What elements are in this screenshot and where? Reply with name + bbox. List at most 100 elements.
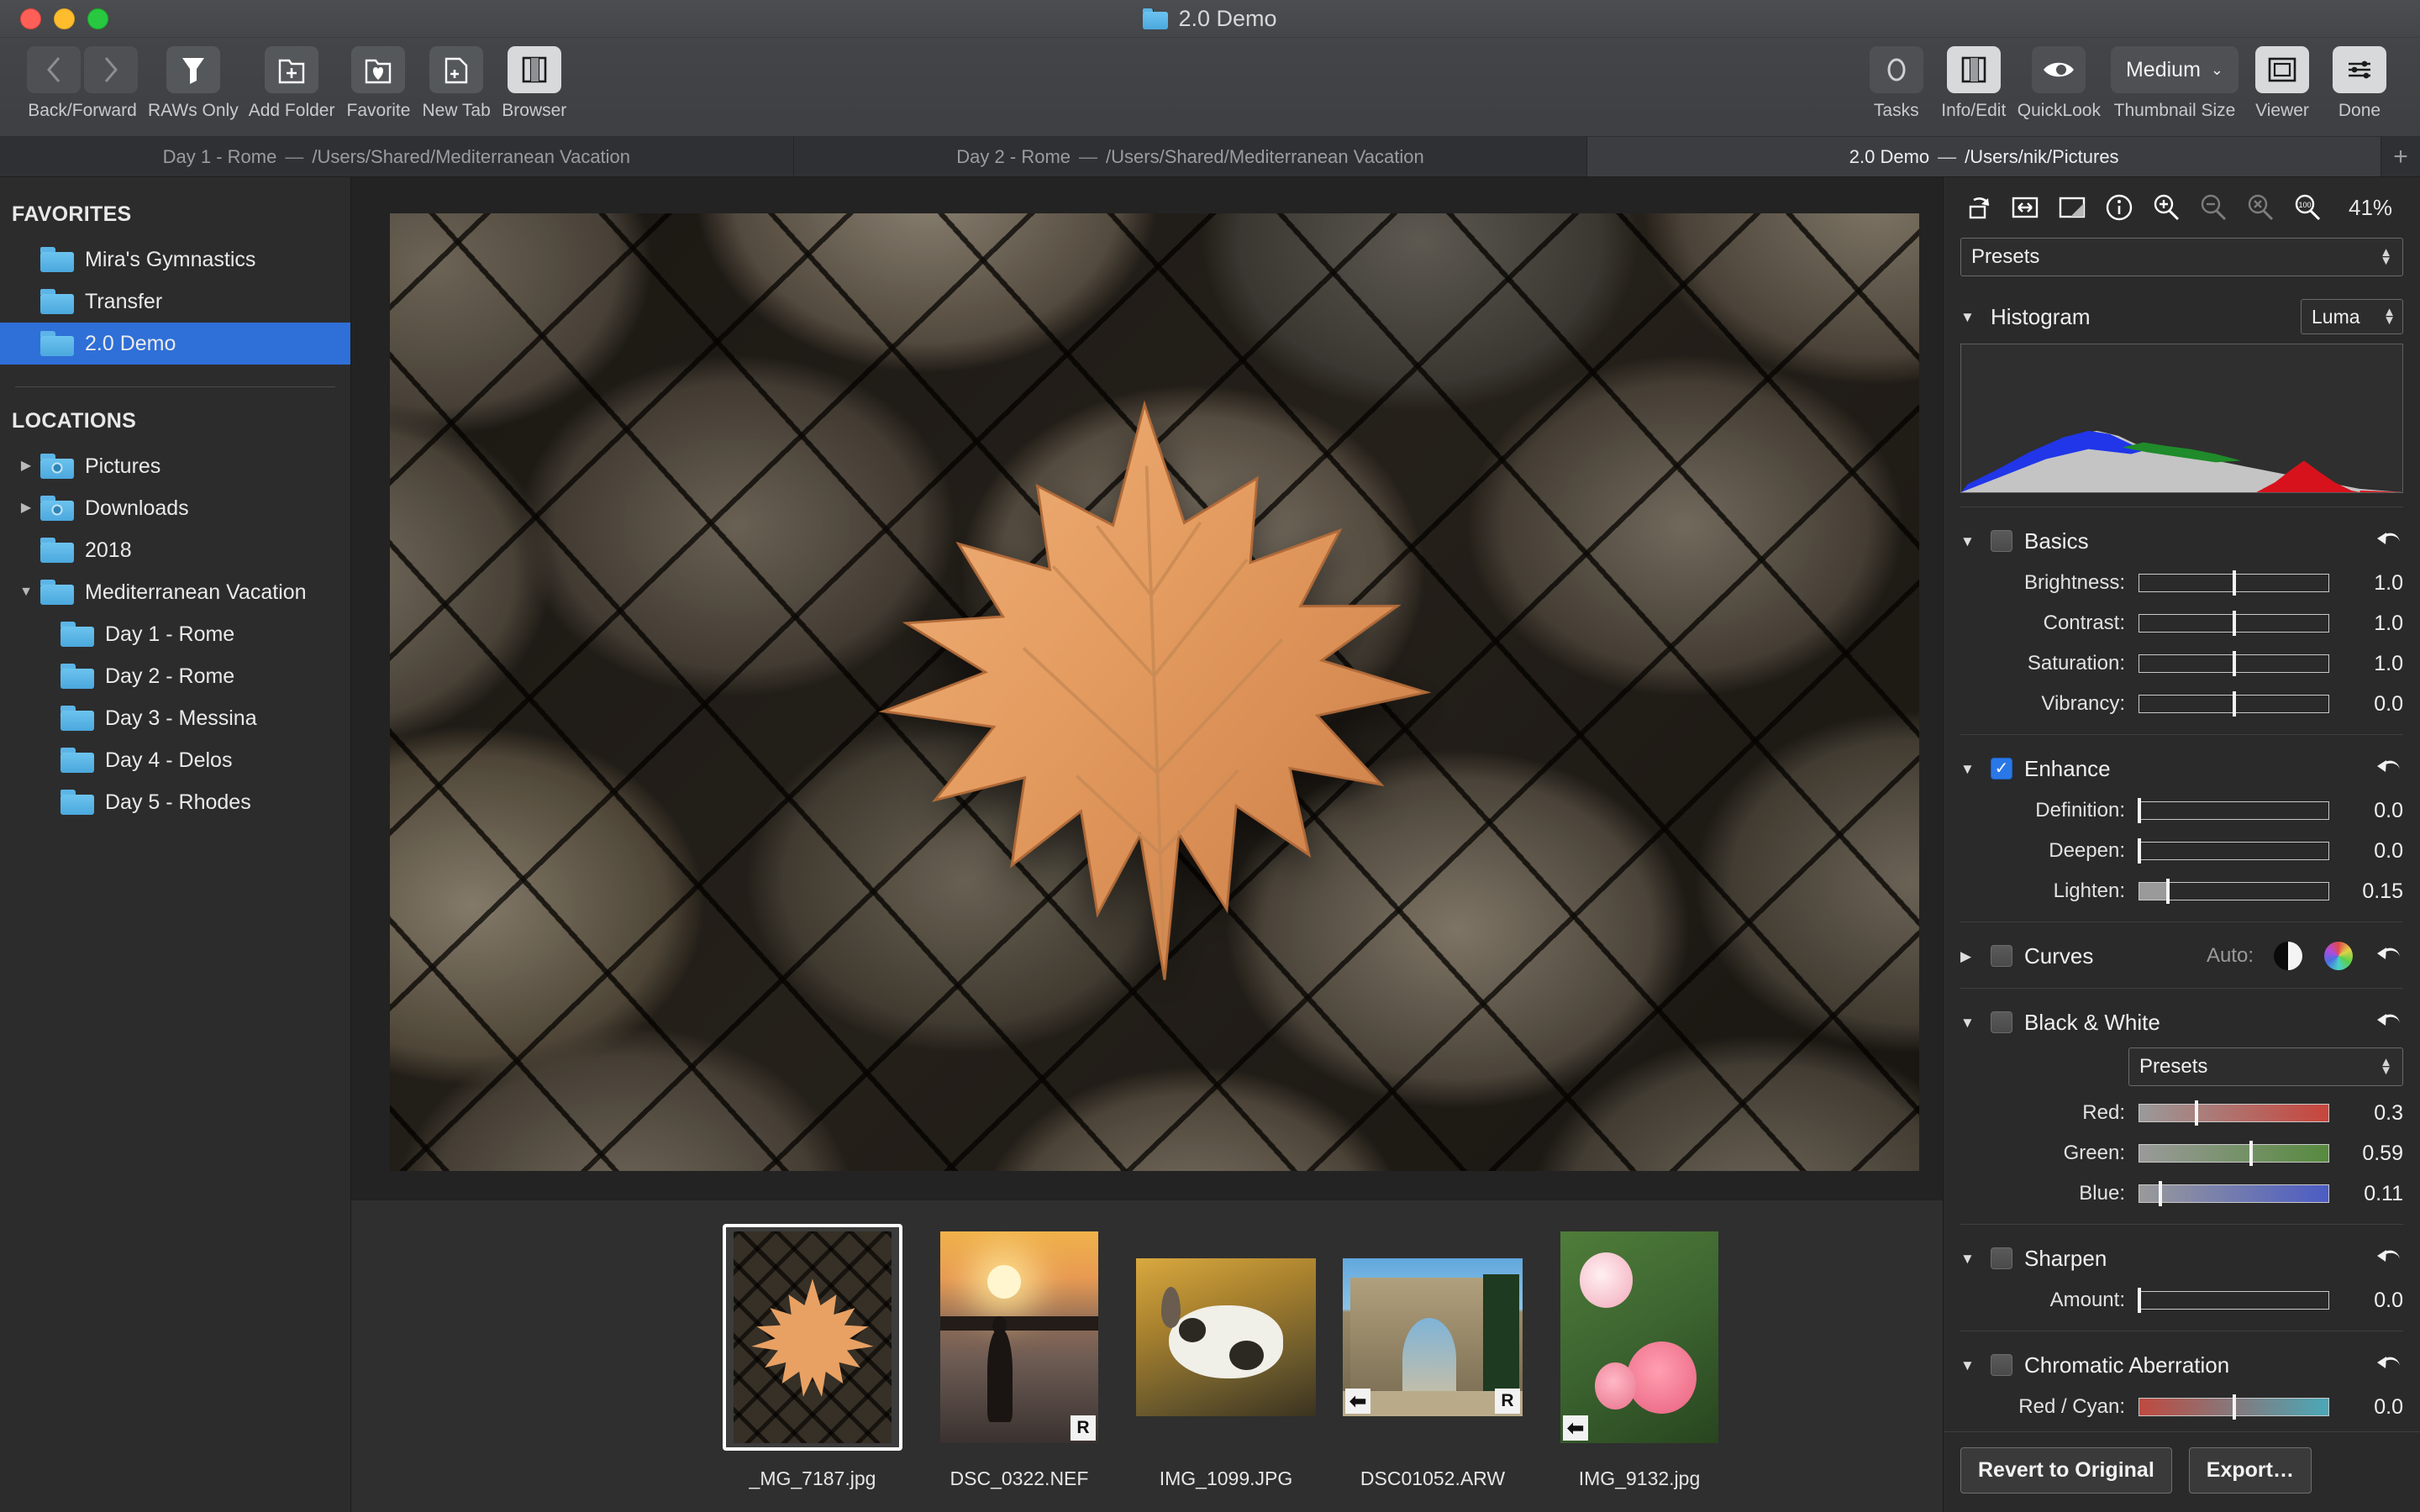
thumbnail-frame[interactable] [723, 1224, 902, 1451]
chevron-down-icon[interactable]: ▼ [1960, 1016, 1979, 1030]
sidebar-item-2-0-demo[interactable]: 2.0 Demo [0, 323, 350, 365]
slider-thumb[interactable] [2158, 1181, 2162, 1206]
favorite-button[interactable] [351, 46, 406, 93]
chevron-right-icon[interactable]: ▶ [1960, 949, 1979, 963]
toolbar-new-tab[interactable]: New Tab [417, 46, 495, 121]
auto-contrast-icon[interactable] [2274, 942, 2302, 970]
sidebar-item-pictures[interactable]: ▶ Pictures [0, 445, 350, 487]
section-checkbox-basics[interactable] [1991, 530, 2012, 552]
slider-thumb[interactable] [2232, 651, 2236, 676]
slider-track-red[interactable] [2139, 1100, 2329, 1126]
image-viewer[interactable] [351, 177, 1943, 1200]
revert-to-original-button[interactable]: Revert to Original [1960, 1447, 2172, 1494]
section-header-black-white[interactable]: ▼ Black & White [1960, 1000, 2403, 1044]
thumbnail-image[interactable]: R [940, 1231, 1098, 1443]
tasks-button[interactable] [1869, 46, 1923, 93]
toolbar-browser[interactable]: Browser [496, 46, 573, 121]
filmstrip-item[interactable]: R ⬅ DSC01052.ARW [1343, 1224, 1523, 1490]
reset-sharpen-button[interactable] [2375, 1246, 2403, 1271]
slider-thumb[interactable] [2232, 1394, 2236, 1420]
toolbar-viewer[interactable]: Viewer [2244, 46, 2321, 121]
zoom-100-icon[interactable]: 100 [2290, 190, 2325, 225]
thumbnail-frame[interactable]: R ⬅ [1343, 1224, 1523, 1451]
slider-track-amount[interactable] [2138, 1288, 2329, 1313]
thumbnail-size-select[interactable]: Medium ⌄ [2110, 46, 2238, 93]
reset-black-white-button[interactable] [2375, 1010, 2403, 1035]
chevron-down-icon[interactable]: ▼ [1960, 762, 1979, 776]
toolbar-raws-only[interactable]: RAWs Only [143, 46, 244, 121]
forward-button[interactable] [84, 46, 138, 93]
add-folder-button[interactable] [265, 46, 319, 93]
filmstrip[interactable]: _MG_7187.jpg R DSC_0322.NEF IMG_1099.JPG R ⬅ D… [351, 1200, 1943, 1512]
close-button[interactable] [20, 8, 41, 29]
histogram-header[interactable]: ▼ Histogram Luma ▲ ▼ [1960, 295, 2403, 339]
disclosure-collapsed-icon[interactable]: ▶ [12, 459, 40, 473]
reset-enhance-button[interactable] [2375, 756, 2403, 781]
thumbnail-image[interactable] [1136, 1258, 1316, 1416]
slider-track-contrast[interactable] [2139, 611, 2329, 636]
thumbnail-image[interactable]: ⬅ [1560, 1231, 1718, 1443]
sidebar-item-transfer[interactable]: Transfer [0, 281, 350, 323]
info-edit-button[interactable] [1946, 46, 2001, 93]
slider-track-definition[interactable] [2138, 798, 2329, 823]
thumbnail-image[interactable]: R ⬅ [1343, 1258, 1523, 1416]
sidebar-item-day-5-rhodes[interactable]: Day 5 - Rhodes [20, 781, 350, 823]
sidebar-item-mediterranean-vacation[interactable]: ▼ Mediterranean Vacation [0, 571, 350, 613]
slider-thumb[interactable] [2249, 1141, 2253, 1166]
section-header-basics[interactable]: ▼ Basics [1960, 519, 2403, 563]
sidebar-item-downloads[interactable]: ▶ Downloads [0, 487, 350, 529]
sidebar-item-day-1-rome[interactable]: Day 1 - Rome [20, 613, 350, 655]
toolbar-add-folder[interactable]: Add Folder [244, 46, 340, 121]
new-tab-plus-button[interactable]: + [2381, 137, 2420, 176]
slider-track-lighten[interactable] [2139, 879, 2329, 904]
filmstrip-item[interactable]: _MG_7187.jpg [723, 1224, 902, 1490]
toolbar-quicklook[interactable]: QuickLook [2012, 46, 2106, 121]
sidebar-item-day-4-delos[interactable]: Day 4 - Delos [20, 739, 350, 781]
browser-button[interactable] [507, 46, 561, 93]
zoom-in-icon[interactable] [2149, 190, 2184, 225]
toolbar-favorite[interactable]: Favorite [339, 46, 417, 121]
back-button[interactable] [27, 46, 81, 93]
flip-horizontal-icon[interactable] [2007, 190, 2043, 225]
section-checkbox-sharpen[interactable] [1991, 1247, 2012, 1269]
slider-track-brightness[interactable] [2139, 570, 2329, 596]
slider-track-vibrancy[interactable] [2139, 691, 2329, 717]
done-button[interactable] [2333, 46, 2386, 93]
viewer-photo[interactable] [390, 213, 1919, 1171]
slider-thumb[interactable] [2232, 691, 2236, 717]
slider-track-green[interactable] [2139, 1141, 2329, 1166]
tab-item[interactable]: Day 1 - Rome — /Users/Shared/Mediterranean… [0, 137, 794, 176]
filmstrip-item[interactable]: IMG_1099.JPG [1136, 1224, 1316, 1490]
thumbnail-image[interactable] [734, 1231, 892, 1443]
reset-basics-button[interactable] [2375, 528, 2403, 554]
chevron-down-icon[interactable]: ▼ [1960, 534, 1979, 549]
section-header-enhance[interactable]: ▼ ✓ Enhance [1960, 747, 2403, 790]
thumbnail-frame[interactable]: R [929, 1224, 1109, 1451]
sidebar-item-day-3-messina[interactable]: Day 3 - Messina [20, 697, 350, 739]
sidebar-item-day-2-rome[interactable]: Day 2 - Rome [20, 655, 350, 697]
minimize-button[interactable] [54, 8, 75, 29]
toolbar-thumbnail-size[interactable]: Medium ⌄ Thumbnail Size [2106, 46, 2244, 121]
slider-thumb[interactable] [2138, 798, 2141, 823]
bw-presets-select[interactable]: Presets ▲ ▼ [2128, 1047, 2403, 1086]
info-icon[interactable] [2102, 190, 2137, 225]
filmstrip-item[interactable]: ⬅ IMG_9132.jpg [1549, 1224, 1729, 1490]
maximize-button[interactable] [87, 8, 108, 29]
export-button[interactable]: Export… [2188, 1447, 2312, 1494]
toolbar-info-edit[interactable]: Info/Edit [1935, 46, 2012, 121]
section-checkbox-curves[interactable] [1991, 945, 2012, 967]
slider-thumb[interactable] [2138, 838, 2141, 864]
quicklook-button[interactable] [2032, 46, 2086, 93]
slider-thumb[interactable] [2232, 611, 2236, 636]
slider-track-deepen[interactable] [2138, 838, 2329, 864]
section-header-curves[interactable]: ▶ Curves Auto: [1960, 934, 2403, 978]
zoom-out-icon[interactable] [2196, 190, 2231, 225]
disclosure-expanded-icon[interactable]: ▼ [12, 585, 40, 599]
raws-only-button[interactable] [166, 46, 220, 93]
toolbar-done[interactable]: Done [2321, 46, 2398, 121]
thumbnail-frame[interactable]: ⬅ [1549, 1224, 1729, 1451]
viewer-button[interactable] [2255, 46, 2309, 93]
tab-item[interactable]: 2.0 Demo — /Users/nik/Pictures [1587, 137, 2382, 176]
presets-select[interactable]: Presets ▲ ▼ [1960, 238, 2403, 276]
reset-chromatic-aberration-button[interactable] [2375, 1352, 2403, 1378]
